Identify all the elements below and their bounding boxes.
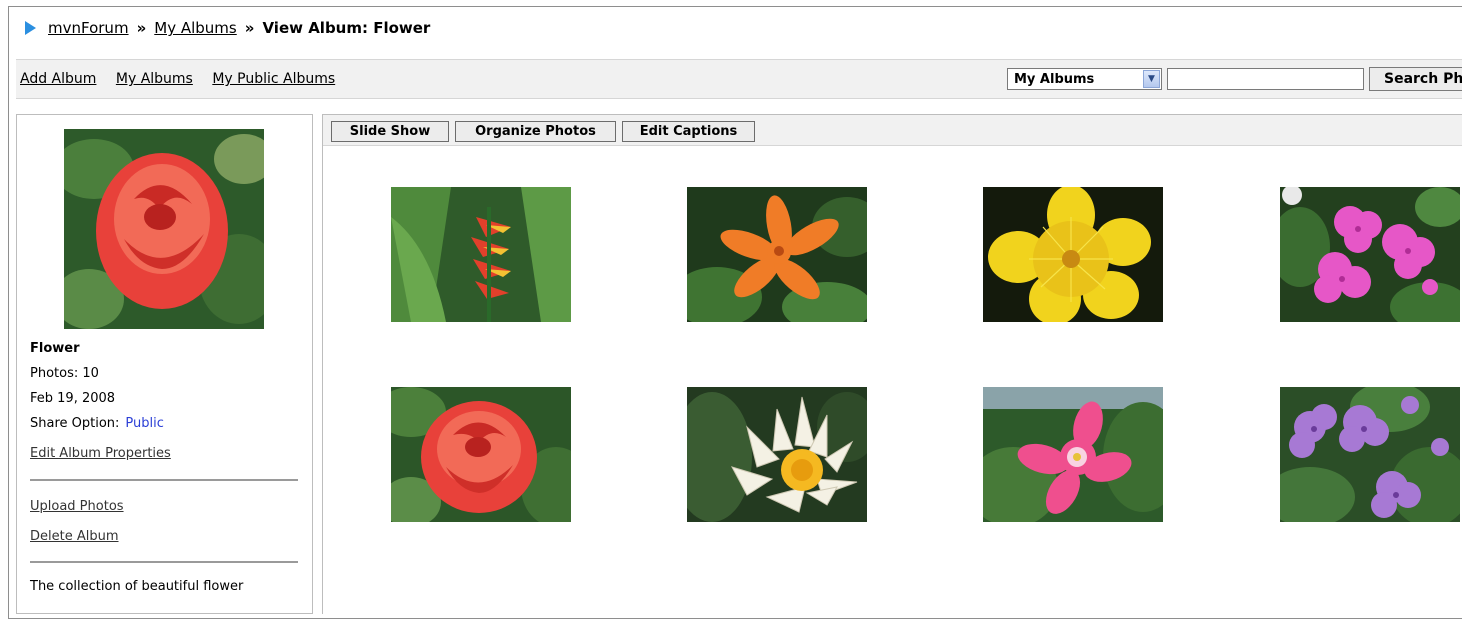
gallery-toolbar: Slide Show Organize Photos Edit Captions [323,115,1462,146]
page-title: View Album: Flower [262,19,431,37]
edit-album-properties-link[interactable]: Edit Album Properties [30,446,171,461]
my-public-albums-link[interactable]: My Public Albums [212,71,335,87]
breadcrumb-my-albums-link[interactable]: My Albums [154,19,236,37]
add-album-link[interactable]: Add Album [20,71,96,87]
search-scope-value: My Albums [1014,72,1095,87]
breadcrumb: mvnForum » My Albums » View Album: Flowe… [25,19,430,37]
photo-count: Photos: 10 [30,366,99,381]
organize-photos-button[interactable]: Organize Photos [455,121,616,142]
photo-thumbnail[interactable] [983,187,1163,322]
album-page: mvnForum » My Albums » View Album: Flowe… [8,6,1462,619]
photo-thumbnail[interactable] [983,387,1163,522]
share-option: Share Option: Public [30,416,164,431]
share-option-value: Public [125,416,164,431]
chevron-down-icon[interactable]: ▼ [1143,70,1160,88]
delete-album-link[interactable]: Delete Album [30,529,119,544]
album-date: Feb 19, 2008 [30,391,116,406]
photo-thumbnail[interactable] [1280,387,1460,522]
toolbar-links: Add Album My Albums My Public Albums [20,71,350,87]
upload-photos-link[interactable]: Upload Photos [30,499,124,514]
photo-thumbnail[interactable] [391,387,571,522]
photo-thumbnail[interactable] [391,187,571,322]
breadcrumb-separator: » [244,19,255,37]
album-name: Flower [30,341,80,356]
album-info-sidebar: Flower Photos: 10 Feb 19, 2008 Share Opt… [16,114,313,614]
share-option-label: Share Option: [30,416,120,431]
photo-thumbnail[interactable] [1280,187,1460,322]
search-scope-select[interactable]: My Albums ▼ [1007,68,1162,90]
search-photos-button[interactable]: Search Photos [1369,67,1462,91]
breadcrumb-home-link[interactable]: mvnForum [48,19,129,37]
album-toolbar: Add Album My Albums My Public Albums My … [16,59,1462,99]
my-albums-link[interactable]: My Albums [116,71,193,87]
divider [30,561,298,563]
photo-thumbnail[interactable] [687,187,867,322]
photo-thumbnail[interactable] [687,387,867,522]
album-cover-image[interactable] [64,129,264,329]
slide-show-button[interactable]: Slide Show [331,121,449,142]
photo-gallery: Slide Show Organize Photos Edit Captions [322,114,1462,614]
breadcrumb-separator: » [136,19,147,37]
breadcrumb-arrow-icon [25,21,36,35]
divider [30,479,298,481]
search-input[interactable] [1167,68,1364,90]
edit-captions-button[interactable]: Edit Captions [622,121,755,142]
album-description: The collection of beautiful flower [30,579,244,594]
